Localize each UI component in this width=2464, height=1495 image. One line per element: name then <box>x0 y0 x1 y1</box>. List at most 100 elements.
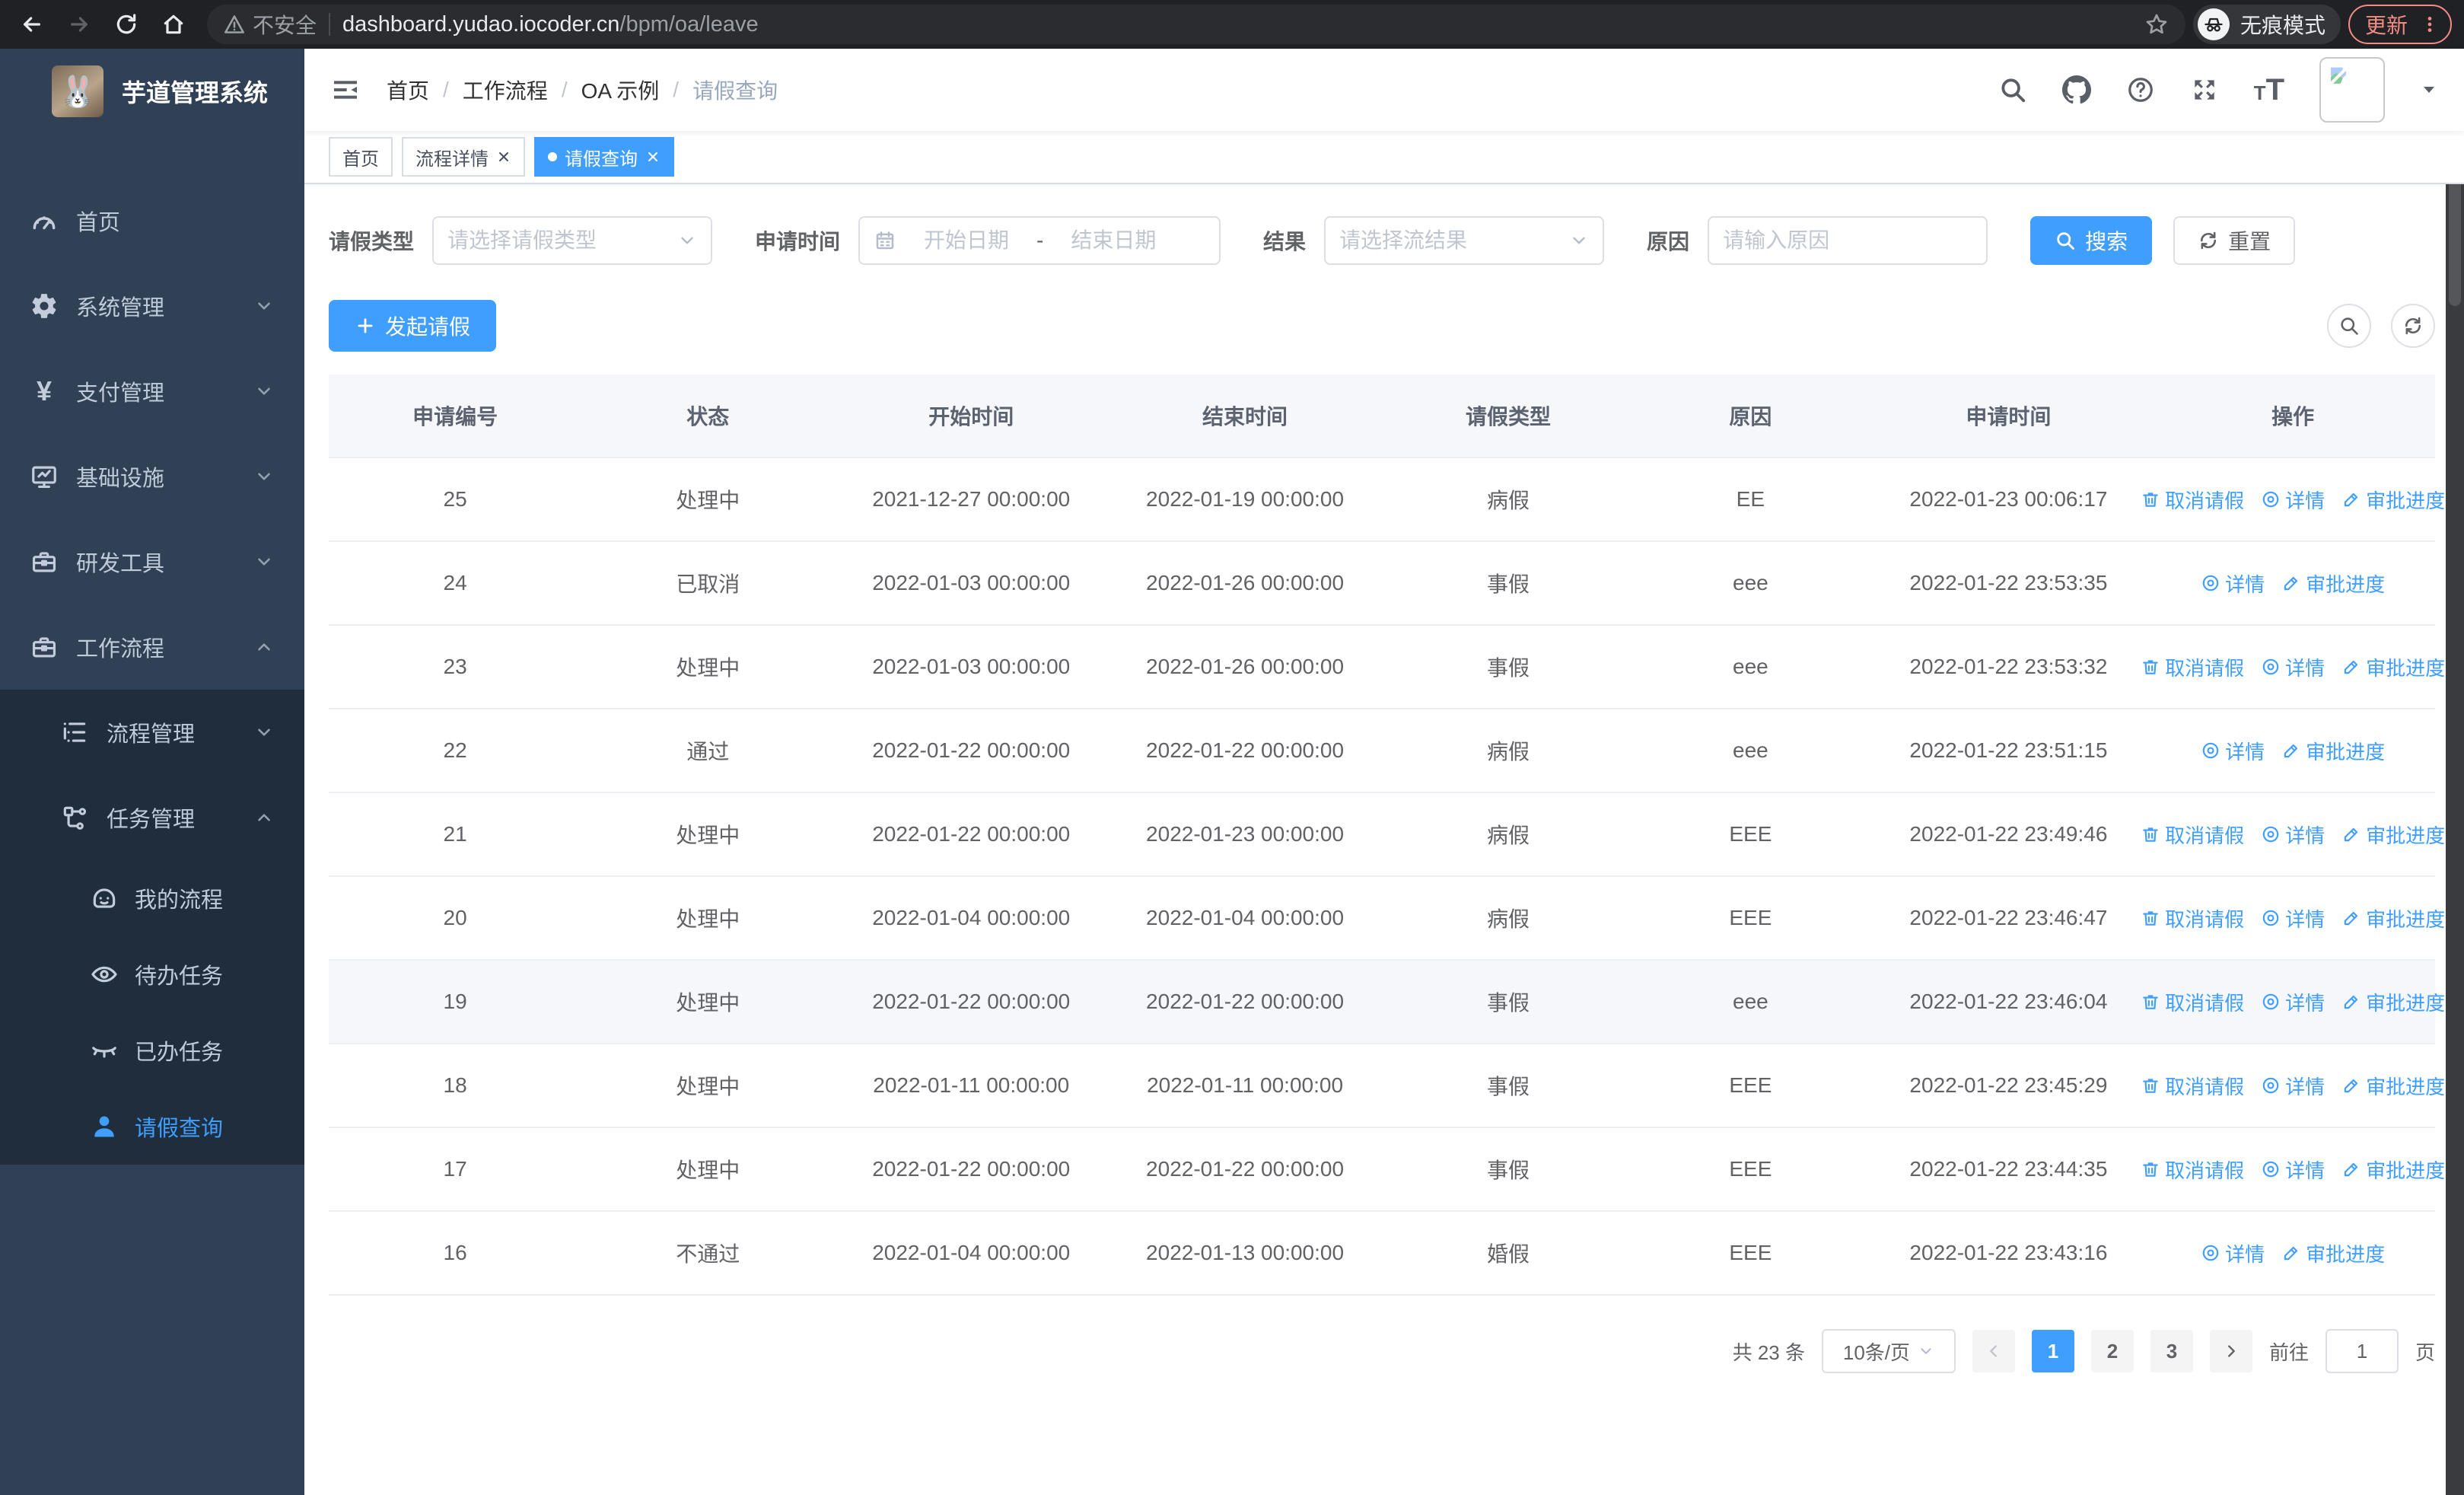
create-leave-button[interactable]: 发起请假 <box>329 300 497 352</box>
detail-link[interactable]: 详情 <box>2261 821 2325 849</box>
sidebar-item-todo-tasks[interactable]: 待办任务 <box>0 936 304 1012</box>
sidebar-item-leave-query[interactable]: 请假查询 <box>0 1089 304 1165</box>
bookmark-button[interactable] <box>2144 12 2169 37</box>
sidebar-item-devtools[interactable]: 研发工具 <box>0 519 304 604</box>
reason-input[interactable] <box>1723 228 1973 253</box>
cancel-leave-link[interactable]: 取消请假 <box>2141 821 2244 849</box>
sidebar-item-done-tasks[interactable]: 已办任务 <box>0 1012 304 1089</box>
detail-link[interactable]: 详情 <box>2261 486 2325 514</box>
eye-closed-icon <box>89 1036 119 1065</box>
update-chip[interactable]: 更新 <box>2348 5 2452 44</box>
detail-link[interactable]: 详情 <box>2201 569 2265 598</box>
sidebar-item-payment[interactable]: ¥ 支付管理 <box>0 349 304 434</box>
close-icon[interactable] <box>645 149 661 164</box>
start-date-input[interactable] <box>906 228 1028 253</box>
apply-time-range-picker[interactable]: - <box>858 216 1221 265</box>
cancel-leave-link[interactable]: 取消请假 <box>2141 486 2244 514</box>
approval-progress-link[interactable]: 审批进度 <box>2341 653 2445 681</box>
sidebar-item-label: 流程管理 <box>107 722 196 747</box>
security-chip[interactable]: 不安全 <box>224 9 317 40</box>
fullscreen-button[interactable] <box>2190 75 2219 104</box>
page-size-select[interactable]: 10条/页 <box>1821 1329 1956 1373</box>
home-button[interactable] <box>154 5 193 44</box>
page-button-1[interactable]: 1 <box>2031 1330 2074 1372</box>
search-button[interactable]: 搜索 <box>2030 216 2153 265</box>
cancel-leave-link[interactable]: 取消请假 <box>2141 904 2244 932</box>
approval-progress-link[interactable]: 审批进度 <box>2281 1239 2385 1267</box>
sidebar-item-my-process[interactable]: 我的流程 <box>0 860 304 936</box>
address-bar[interactable]: 不安全 dashboard.yudao.iocoder.cn/bpm/oa/le… <box>207 5 2185 44</box>
detail-link[interactable]: 详情 <box>2201 737 2265 765</box>
approval-progress-link[interactable]: 审批进度 <box>2341 821 2445 849</box>
approval-progress-link[interactable]: 审批进度 <box>2281 569 2385 598</box>
show-search-button[interactable] <box>2327 304 2371 348</box>
result-select-input[interactable] <box>1339 228 1562 253</box>
refresh-table-button[interactable] <box>2391 304 2435 348</box>
cell-type: 病假 <box>1381 708 1635 792</box>
page-button-2[interactable]: 2 <box>2090 1330 2134 1372</box>
approval-progress-link[interactable]: 审批进度 <box>2341 1156 2445 1184</box>
detail-link[interactable]: 详情 <box>2261 904 2325 932</box>
detail-link[interactable]: 详情 <box>2261 988 2325 1016</box>
result-select[interactable] <box>1324 216 1605 265</box>
tab-process-detail[interactable]: 流程详情 <box>402 137 525 177</box>
detail-link[interactable]: 详情 <box>2261 653 2325 681</box>
sidebar-item-workflow[interactable]: 工作流程 <box>0 604 304 690</box>
browser-menu-button[interactable] <box>2420 14 2440 34</box>
breadcrumb-item[interactable]: 工作流程 <box>463 75 548 105</box>
table-row: 25 处理中 2021-12-27 00:00:00 2022-01-19 00… <box>329 457 2445 541</box>
leave-type-select-input[interactable] <box>447 228 670 253</box>
sidebar-item-infrastructure[interactable]: 基础设施 <box>0 434 304 519</box>
leave-type-select[interactable] <box>432 216 713 265</box>
avatar-caret-icon[interactable] <box>2420 81 2438 99</box>
prev-page-button[interactable] <box>1972 1330 2015 1372</box>
detail-link[interactable]: 详情 <box>2201 1239 2265 1267</box>
vertical-scrollbar[interactable] <box>2446 49 2464 1495</box>
approval-progress-link[interactable]: 审批进度 <box>2341 904 2445 932</box>
reload-button[interactable] <box>107 5 146 44</box>
search-button-label: 搜索 <box>2085 230 2128 253</box>
detail-link[interactable]: 详情 <box>2261 1156 2325 1184</box>
reason-field[interactable] <box>1708 216 1988 265</box>
avatar[interactable] <box>2319 57 2385 123</box>
cell-applied: 2022-01-22 23:49:46 <box>1866 792 2151 876</box>
reset-button[interactable]: 重置 <box>2173 216 2296 265</box>
cancel-leave-link[interactable]: 取消请假 <box>2141 1072 2244 1100</box>
goto-page-input[interactable] <box>2325 1329 2399 1373</box>
cell-status: 处理中 <box>581 875 835 960</box>
help-button[interactable] <box>2126 75 2155 104</box>
forward-button[interactable] <box>59 5 99 44</box>
approval-progress-link[interactable]: 审批进度 <box>2341 988 2445 1016</box>
sidebar-item-home[interactable]: 首页 <box>0 178 304 263</box>
next-page-button[interactable] <box>2209 1330 2252 1372</box>
breadcrumb-item[interactable]: OA 示例 <box>581 75 660 105</box>
cancel-leave-link[interactable]: 取消请假 <box>2141 653 2244 681</box>
sidebar-toggle[interactable] <box>330 75 361 105</box>
security-label: 不安全 <box>253 14 317 37</box>
create-leave-label: 发起请假 <box>385 315 471 339</box>
cancel-leave-link[interactable]: 取消请假 <box>2141 988 2244 1016</box>
forward-icon <box>71 17 88 32</box>
tab-home[interactable]: 首页 <box>329 137 393 177</box>
tab-leave-query[interactable]: 请假查询 <box>534 137 674 177</box>
header-search-button[interactable] <box>1998 75 2027 104</box>
sidebar-item-process-mgmt[interactable]: 流程管理 <box>0 690 304 775</box>
approval-progress-link[interactable]: 审批进度 <box>2341 1072 2445 1100</box>
approval-progress-link[interactable]: 审批进度 <box>2341 486 2445 514</box>
back-button[interactable] <box>12 5 52 44</box>
detail-link[interactable]: 详情 <box>2261 1072 2325 1100</box>
close-icon[interactable] <box>496 149 511 164</box>
sidebar-item-task-mgmt[interactable]: 任务管理 <box>0 775 304 860</box>
approval-progress-link[interactable]: 审批进度 <box>2281 737 2385 765</box>
github-button[interactable] <box>2061 75 2091 104</box>
leave-table: 申请编号 状态 开始时间 结束时间 请假类型 原因 申请时间 操作 25 处理中… <box>329 375 2445 1296</box>
back-icon <box>24 17 40 32</box>
end-date-input[interactable] <box>1052 228 1175 253</box>
sidebar-item-system[interactable]: 系统管理 <box>0 263 304 349</box>
cancel-leave-link[interactable]: 取消请假 <box>2141 1156 2244 1184</box>
font-size-button[interactable]: TT <box>2254 73 2284 107</box>
table-row: 20 处理中 2022-01-04 00:00:00 2022-01-04 00… <box>329 875 2445 960</box>
breadcrumb-item[interactable]: 首页 <box>387 75 429 105</box>
page-button-3[interactable]: 3 <box>2150 1330 2193 1372</box>
briefcase-icon <box>29 633 59 661</box>
